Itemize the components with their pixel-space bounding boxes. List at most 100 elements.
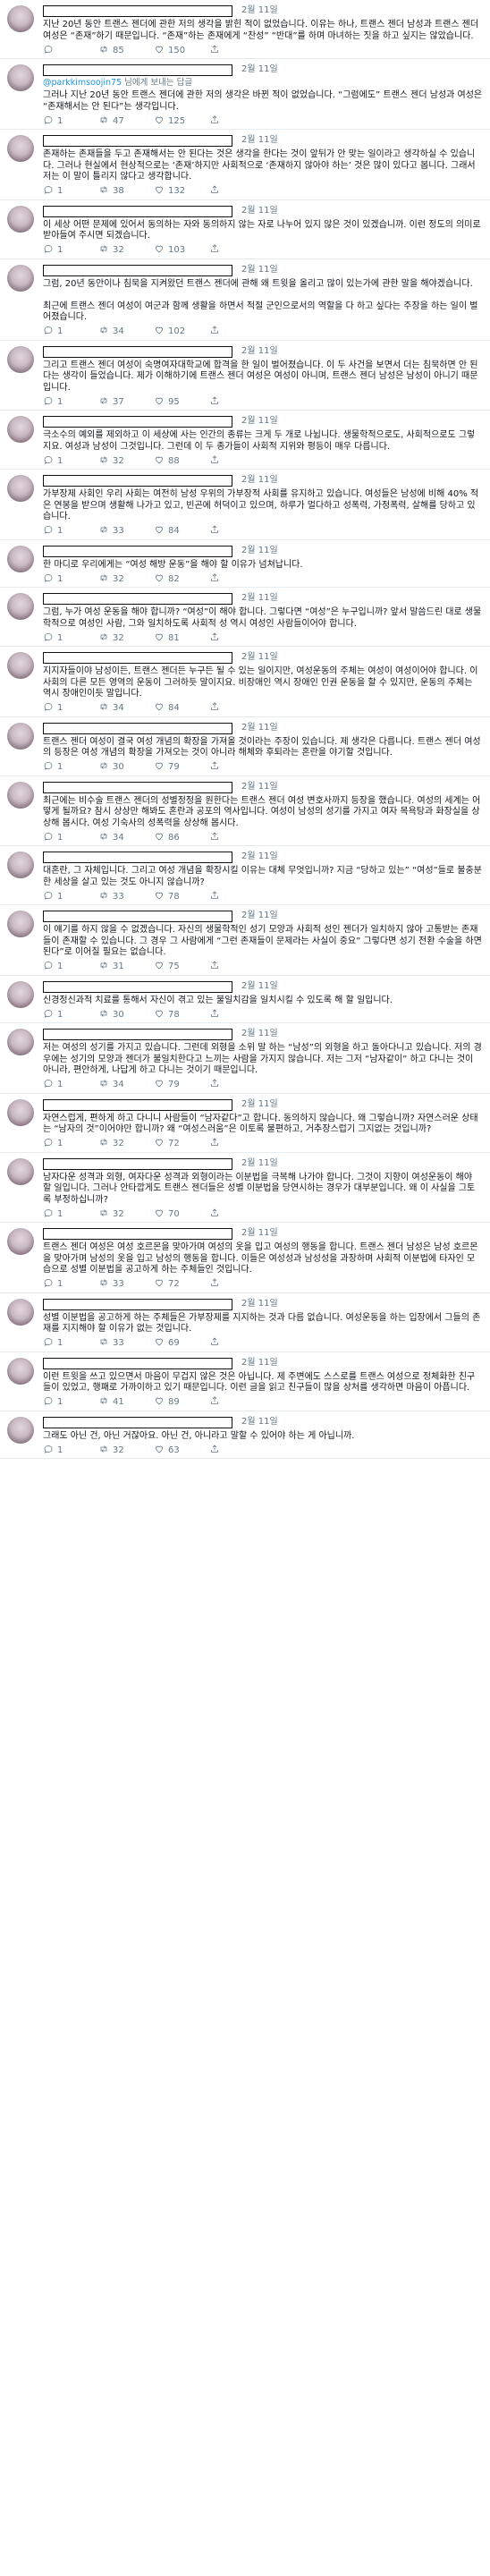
- retweet-button[interactable]: 32: [98, 1208, 154, 1221]
- like-button[interactable]: 103: [154, 243, 209, 257]
- avatar[interactable]: [7, 64, 34, 91]
- tweet[interactable]: 2월 11일 이런 트윗을 쓰고 있으면서 마음이 무겁지 않은 것은 아닙니다…: [0, 1352, 490, 1411]
- reply-button[interactable]: 1: [43, 325, 98, 338]
- tweet[interactable]: 2월 11일 남자다운 성격과 외형, 여자다운 성격과 외형이라는 이분법을 …: [0, 1153, 490, 1223]
- reply-button[interactable]: 1: [43, 1008, 98, 1021]
- avatar[interactable]: [7, 781, 34, 809]
- share-button[interactable]: [209, 395, 265, 409]
- tweet[interactable]: 2월 11일 대혼란, 그 자체입니다. 그리고 여성 개념을 확장시킬 이유는…: [0, 846, 490, 905]
- retweet-button[interactable]: 85: [98, 44, 154, 57]
- tweet-date[interactable]: 2월 11일: [241, 1158, 278, 1169]
- avatar[interactable]: [7, 345, 34, 373]
- tweet-date[interactable]: 2월 11일: [241, 206, 278, 216]
- share-button[interactable]: [209, 831, 265, 844]
- tweet[interactable]: 2월 11일 저는 여성의 성기를 가지고 있습니다. 그런데 외형을 소위 말…: [0, 1023, 490, 1094]
- share-button[interactable]: [209, 760, 265, 774]
- like-button[interactable]: 82: [154, 572, 209, 586]
- tweet[interactable]: 2월 11일 @parkkimsoojin75 님에게 보내는 답글 그러나 지…: [0, 59, 490, 130]
- tweet-date[interactable]: 2월 11일: [241, 981, 278, 992]
- retweet-button[interactable]: 33: [98, 1277, 154, 1291]
- like-button[interactable]: 70: [154, 1208, 209, 1221]
- avatar[interactable]: [7, 1298, 34, 1326]
- tweet[interactable]: 2월 11일 가부장제 사회인 우리 사회는 여전히 남성 우위의 가부장적 사…: [0, 470, 490, 540]
- avatar[interactable]: [7, 1357, 34, 1385]
- reply-button[interactable]: 1: [43, 1137, 98, 1150]
- like-button[interactable]: 89: [154, 1395, 209, 1409]
- tweet-date[interactable]: 2월 11일: [241, 1358, 278, 1368]
- tweet-date[interactable]: 2월 11일: [241, 1029, 278, 1039]
- tweet-date[interactable]: 2월 11일: [241, 852, 278, 862]
- avatar[interactable]: [7, 416, 34, 443]
- tweet-date[interactable]: 2월 11일: [241, 416, 278, 427]
- tweet-date[interactable]: 2월 11일: [241, 911, 278, 921]
- tweet-date[interactable]: 2월 11일: [241, 1299, 278, 1309]
- like-button[interactable]: 72: [154, 1277, 209, 1291]
- like-button[interactable]: 132: [154, 184, 209, 198]
- share-button[interactable]: [209, 572, 265, 586]
- tweet-date[interactable]: 2월 11일: [241, 135, 278, 146]
- share-button[interactable]: [209, 454, 265, 468]
- tweet-date[interactable]: 2월 11일: [241, 265, 278, 275]
- retweet-button[interactable]: 32: [98, 454, 154, 468]
- share-button[interactable]: [209, 1277, 265, 1291]
- tweet[interactable]: 2월 11일 그럼, 누가 여성 운동을 해야 합니까? “여성”이 해야 합니…: [0, 588, 490, 647]
- share-button[interactable]: [209, 1395, 265, 1409]
- avatar[interactable]: [7, 911, 34, 937]
- share-button[interactable]: [209, 960, 265, 973]
- avatar[interactable]: [7, 722, 34, 750]
- reply-button[interactable]: [43, 44, 98, 57]
- reply-button[interactable]: 1: [43, 524, 98, 538]
- tweet[interactable]: 2월 11일 신경정신과적 치료를 통해서 자신이 겪고 있는 불일치감을 일치…: [0, 976, 490, 1023]
- tweet[interactable]: 2월 11일 트랜스 젠더 여성이 결국 여성 개념의 확장을 가져올 것이라는…: [0, 717, 490, 776]
- avatar[interactable]: [7, 475, 34, 502]
- retweet-button[interactable]: 32: [98, 1444, 154, 1457]
- retweet-button[interactable]: 31: [98, 960, 154, 973]
- tweet[interactable]: 2월 11일 자연스럽게, 편하게 하고 다니니 사람들이 “남자같다”고 합니…: [0, 1094, 490, 1153]
- avatar[interactable]: [7, 980, 34, 1008]
- avatar[interactable]: [7, 1098, 34, 1126]
- tweet-date[interactable]: 2월 11일: [241, 1417, 278, 1428]
- retweet-button[interactable]: 34: [98, 325, 154, 338]
- tweet[interactable]: 2월 11일 이 세상 어떤 문제에 있어서 동의하는 자와 동의하지 않는 자…: [0, 200, 490, 259]
- tweet[interactable]: 2월 11일 존재하는 존재들을 두고 존재해서는 안 된다는 것은 생각을 한…: [0, 130, 490, 200]
- reply-button[interactable]: 1: [43, 1444, 98, 1457]
- avatar[interactable]: [7, 545, 34, 572]
- reply-button[interactable]: 1: [43, 760, 98, 774]
- like-button[interactable]: 125: [154, 114, 209, 128]
- tweet-date[interactable]: 2월 11일: [241, 64, 278, 75]
- share-button[interactable]: [209, 1078, 265, 1091]
- like-button[interactable]: 78: [154, 890, 209, 903]
- share-button[interactable]: [209, 1336, 265, 1350]
- tweet[interactable]: 2월 11일 이 얘기를 하지 않을 수 없겠습니다. 자신의 생물학적인 성기…: [0, 905, 490, 976]
- share-button[interactable]: [209, 243, 265, 257]
- like-button[interactable]: 81: [154, 631, 209, 645]
- avatar[interactable]: [7, 135, 34, 162]
- share-button[interactable]: [209, 325, 265, 338]
- share-button[interactable]: [209, 1137, 265, 1150]
- tweet-date[interactable]: 2월 11일: [241, 1228, 278, 1239]
- reply-handle-link[interactable]: @parkkimsoojin75: [43, 78, 122, 88]
- avatar[interactable]: [7, 205, 34, 233]
- reply-button[interactable]: 1: [43, 572, 98, 586]
- share-button[interactable]: [209, 1008, 265, 1021]
- tweet[interactable]: 2월 11일 지난 20년 동안 트랜스 젠더에 관한 저의 생각을 밝힌 적이…: [0, 0, 490, 59]
- tweet[interactable]: 2월 11일 극소수의 예외를 제외하고 이 세상에 사는 인간의 종류는 크게…: [0, 411, 490, 470]
- retweet-button[interactable]: 38: [98, 184, 154, 198]
- reply-button[interactable]: 1: [43, 831, 98, 844]
- reply-button[interactable]: 1: [43, 960, 98, 973]
- tweet[interactable]: 2월 11일 지지자들이야 남성이든, 트랜스 젠더든 누구든 될 수 있는 일…: [0, 647, 490, 717]
- like-button[interactable]: 63: [154, 1444, 209, 1457]
- like-button[interactable]: 79: [154, 1078, 209, 1091]
- reply-button[interactable]: 1: [43, 1277, 98, 1291]
- tweet-date[interactable]: 2월 11일: [241, 1099, 278, 1110]
- tweet-date[interactable]: 2월 11일: [241, 652, 278, 663]
- like-button[interactable]: 69: [154, 1336, 209, 1350]
- reply-button[interactable]: 1: [43, 184, 98, 198]
- share-button[interactable]: [209, 114, 265, 128]
- reply-button[interactable]: 1: [43, 1078, 98, 1091]
- retweet-button[interactable]: 34: [98, 701, 154, 715]
- retweet-button[interactable]: 32: [98, 243, 154, 257]
- like-button[interactable]: 86: [154, 831, 209, 844]
- retweet-button[interactable]: 33: [98, 1336, 154, 1350]
- avatar[interactable]: [7, 852, 34, 878]
